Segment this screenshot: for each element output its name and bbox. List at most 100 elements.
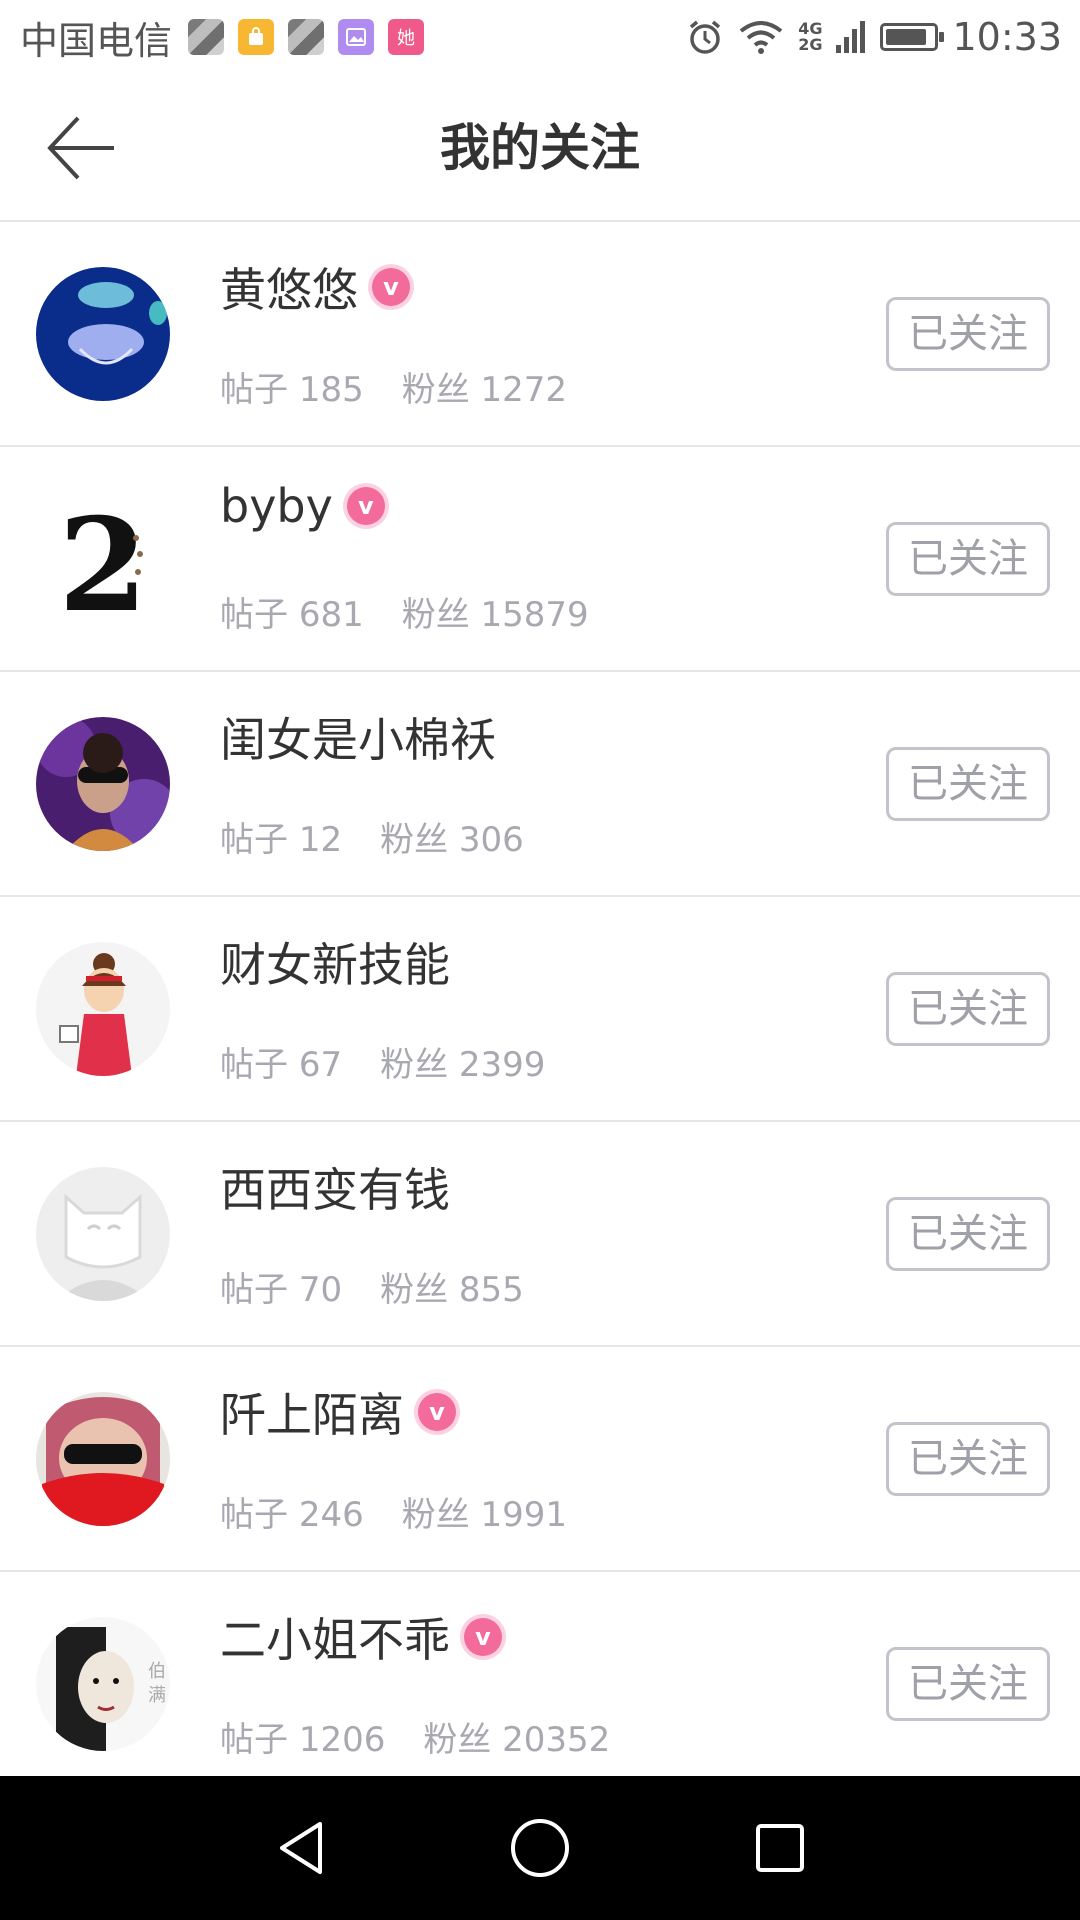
notification-icons: 她 <box>188 19 425 55</box>
signal-icon <box>836 21 866 53</box>
avatar[interactable] <box>36 1392 170 1526</box>
fans-label: 粉丝 <box>401 595 470 635</box>
user-name-row[interactable]: 黄悠悠 v <box>220 254 410 320</box>
verified-badge-icon: v <box>418 1393 456 1431</box>
svg-text:2: 2 <box>58 492 147 626</box>
user-name: 二小姐不乖 <box>220 1613 450 1667</box>
following-button[interactable]: 已关注 <box>886 972 1050 1046</box>
fans-stat: 粉丝 1272 <box>402 362 567 411</box>
list-item[interactable]: 2 byby v 帖子 681 粉丝 15879 已关注 <box>0 447 1080 672</box>
posts-stat: 帖子 67 <box>220 1037 342 1086</box>
fans-count: 15879 <box>480 595 589 635</box>
network-type: 4G 2G <box>798 21 822 53</box>
user-stats: 帖子 12 粉丝 306 <box>220 812 524 861</box>
fans-label: 粉丝 <box>401 370 470 410</box>
following-button[interactable]: 已关注 <box>886 1422 1050 1496</box>
user-name-row[interactable]: 二小姐不乖 v <box>220 1604 502 1670</box>
battery-icon <box>880 23 945 51</box>
alarm-icon <box>690 20 721 54</box>
gallery-icon <box>338 19 375 55</box>
list-item[interactable]: 阡上陌离 v 帖子 246 粉丝 1991 已关注 <box>0 1347 1080 1572</box>
posts-stat: 帖子 70 <box>220 1262 342 1311</box>
posts-label: 帖子 <box>220 370 288 410</box>
posts-count: 246 <box>298 1495 364 1535</box>
fans-stat: 粉丝 15879 <box>402 587 589 636</box>
user-name-row[interactable]: byby v <box>220 479 385 533</box>
shopping-bag-icon <box>238 19 275 55</box>
verified-badge-icon: v <box>346 487 385 525</box>
fans-label: 粉丝 <box>380 820 449 860</box>
posts-stat: 帖子 12 <box>220 812 342 861</box>
list-item[interactable]: 财女新技能帖子 67 粉丝 2399 已关注 <box>0 897 1080 1122</box>
posts-count: 67 <box>298 1045 343 1085</box>
following-list: 黄悠悠 v 帖子 185 粉丝 1272 已关注 2 byby v 帖子 681 粉丝 15879… <box>0 222 1080 1797</box>
posts-label: 帖子 <box>220 1045 288 1085</box>
avatar[interactable]: 伯满 <box>36 1617 170 1751</box>
list-item[interactable]: 闺女是小棉袄帖子 12 粉丝 306 已关注 <box>0 672 1080 897</box>
wifi-icon <box>739 21 783 54</box>
posts-stat: 帖子 1206 <box>220 1712 385 1761</box>
posts-count: 12 <box>298 820 343 860</box>
posts-label: 帖子 <box>220 595 288 635</box>
following-button[interactable]: 已关注 <box>886 747 1050 821</box>
following-button[interactable]: 已关注 <box>886 1197 1050 1271</box>
posts-stat: 帖子 681 <box>220 587 364 636</box>
user-name: 财女新技能 <box>220 938 450 992</box>
user-name: 西西变有钱 <box>220 1163 450 1217</box>
user-name-row[interactable]: 西西变有钱 <box>220 1154 450 1220</box>
list-item[interactable]: 西西变有钱帖子 70 粉丝 855 已关注 <box>0 1122 1080 1347</box>
following-button[interactable]: 已关注 <box>886 522 1050 596</box>
avatar[interactable] <box>36 267 170 401</box>
header: 我的关注 <box>0 74 1080 222</box>
user-stats: 帖子 185 粉丝 1272 <box>220 362 567 411</box>
avatar[interactable] <box>36 717 170 851</box>
carrier-name: 中国电信 <box>20 18 173 63</box>
user-name: 闺女是小棉袄 <box>220 713 496 767</box>
system-nav-bar <box>0 1776 1080 1920</box>
fans-count: 1991 <box>480 1495 568 1535</box>
photo-grid-icon <box>188 19 225 55</box>
posts-count: 185 <box>298 370 364 410</box>
photo-grid-icon <box>288 19 325 55</box>
posts-label: 帖子 <box>220 1495 288 1535</box>
page-title: 我的关注 <box>440 119 640 177</box>
user-stats: 帖子 1206 粉丝 20352 <box>220 1712 610 1761</box>
user-stats: 帖子 67 粉丝 2399 <box>220 1037 545 1086</box>
posts-label: 帖子 <box>220 820 288 860</box>
fans-label: 粉丝 <box>401 1495 470 1535</box>
fans-count: 1272 <box>480 370 568 410</box>
list-item[interactable]: 黄悠悠 v 帖子 185 粉丝 1272 已关注 <box>0 222 1080 447</box>
fans-count: 2399 <box>458 1045 546 1085</box>
user-stats: 帖子 70 粉丝 855 <box>220 1262 524 1311</box>
posts-stat: 帖子 185 <box>220 362 364 411</box>
user-name-row[interactable]: 闺女是小棉袄 <box>220 704 496 770</box>
battery-level <box>886 29 926 45</box>
following-button[interactable]: 已关注 <box>886 1647 1050 1721</box>
avatar[interactable]: 2 <box>36 492 170 626</box>
she-app-icon: 她 <box>388 19 425 55</box>
posts-stat: 帖子 246 <box>220 1487 364 1536</box>
fans-label: 粉丝 <box>380 1270 449 1310</box>
clock: 10:33 <box>952 15 1062 59</box>
user-name-row[interactable]: 阡上陌离 v <box>220 1379 456 1445</box>
posts-label: 帖子 <box>220 1270 288 1310</box>
home-circle-icon[interactable] <box>508 1816 572 1880</box>
following-button[interactable]: 已关注 <box>886 297 1050 371</box>
fans-stat: 粉丝 855 <box>380 1262 524 1311</box>
fans-label: 粉丝 <box>380 1045 449 1085</box>
user-name-row[interactable]: 财女新技能 <box>220 929 450 995</box>
list-item[interactable]: 伯满二小姐不乖 v 帖子 1206 粉丝 20352 已关注 <box>0 1572 1080 1797</box>
user-stats: 帖子 681 粉丝 15879 <box>220 587 589 636</box>
network-2g-label: 2G <box>798 35 823 54</box>
avatar[interactable] <box>36 1167 170 1301</box>
recents-square-icon[interactable] <box>748 1816 812 1880</box>
status-right: 4G 2G 10:33 <box>686 0 1062 74</box>
fans-stat: 粉丝 306 <box>380 812 524 861</box>
svg-text:满: 满 <box>148 1685 166 1706</box>
avatar[interactable] <box>36 942 170 1076</box>
back-triangle-icon[interactable] <box>270 1816 334 1880</box>
user-stats: 帖子 246 粉丝 1991 <box>220 1487 567 1536</box>
status-bar: 中国电信 她 4G 2G 10:33 <box>0 0 1080 74</box>
user-name: 黄悠悠 <box>220 263 358 317</box>
verified-badge-icon: v <box>372 268 410 306</box>
